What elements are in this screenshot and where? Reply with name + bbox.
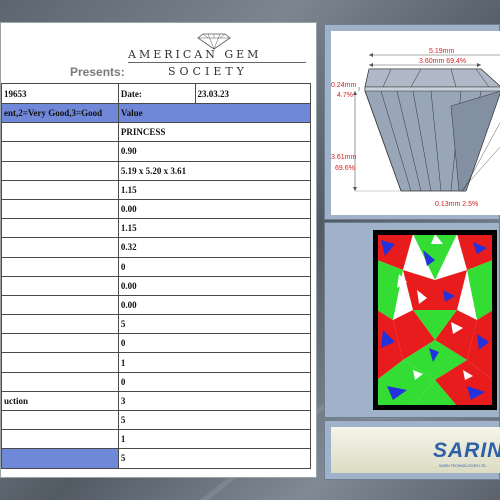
row-label <box>1 198 119 220</box>
row-value: PRINCESS <box>117 122 312 143</box>
row-label <box>1 237 119 258</box>
row-value: 1 <box>117 352 312 373</box>
row-value: 1.15 <box>117 218 312 239</box>
row-label <box>1 352 119 373</box>
row-label <box>1 294 119 316</box>
measurement-table: 19653 Date: 23.03.23 ent,2=Very Good,3=G… <box>1 83 312 469</box>
report-id: 19653 <box>1 83 119 104</box>
row-value: 5 <box>117 409 312 431</box>
row-label <box>1 275 119 296</box>
row-value: 0 <box>117 256 312 277</box>
total-width-label: 5.19mm <box>429 48 454 55</box>
row-value: 3 <box>117 390 312 412</box>
row-label <box>1 141 119 162</box>
table-row: 0 <box>1 256 312 277</box>
table-row: PRINCESS <box>1 122 312 143</box>
row-label <box>1 409 119 431</box>
row-value: 1 <box>117 429 312 450</box>
row-value: 0 <box>117 371 312 392</box>
depth-percent-label: 69.6% <box>335 165 355 172</box>
background-stripe <box>0 0 500 4</box>
org-name-line1: AMERICAN GEM <box>128 48 262 61</box>
table-row: 1 <box>1 429 312 450</box>
row-value: 0.00 <box>117 275 312 296</box>
row-label <box>1 371 119 392</box>
row-value: 5 <box>117 448 312 469</box>
report-header: AMERICAN GEM Presents: SOCIETY <box>1 23 318 79</box>
date-value: 23.03.23 <box>194 83 312 104</box>
light-map-svg <box>376 233 494 407</box>
row-label <box>1 160 119 181</box>
org-name-line2: SOCIETY <box>168 65 248 78</box>
table-width-label: 3.60mm 69.4% <box>419 58 466 65</box>
row-label <box>1 448 119 469</box>
table-row: 5 <box>1 409 312 431</box>
table-row: uction 3 <box>1 390 312 412</box>
table-row: 5.19 x 5.20 x 3.61 <box>1 160 312 181</box>
light-map-panel <box>324 222 500 418</box>
table-row: 0.00 <box>1 198 312 220</box>
map-patterns <box>377 234 493 406</box>
proportion-diagram: 5.19mm 3.60mm 69.4% 0.24mm 4.7% 3.61mm 6… <box>331 31 500 215</box>
row-label <box>1 256 119 277</box>
org-divider <box>128 62 306 63</box>
logo-panel: SARIN SARIN TECHNOLOGIES LTD <box>324 420 500 480</box>
row-value: 0 <box>117 333 312 354</box>
date-label: Date: <box>117 83 196 104</box>
row-value: 0.00 <box>117 198 312 220</box>
row-value: 0.32 <box>117 237 312 258</box>
table-row: 1 <box>1 352 312 373</box>
table-row: 0.90 <box>1 141 312 162</box>
table-row: 0 <box>1 333 312 354</box>
table-row: 5 <box>1 314 312 335</box>
row-label <box>1 218 119 239</box>
culet-label: 0.13mm 2.5% <box>435 201 478 208</box>
row-label <box>1 314 119 335</box>
row-label: uction <box>1 390 119 412</box>
depth-label: 3.61mm <box>331 154 356 161</box>
table-row: 0.32 <box>1 237 312 258</box>
proportion-diagram-panel: 5.19mm 3.60mm 69.4% 0.24mm 4.7% 3.61mm 6… <box>324 24 500 220</box>
table-row: 0 <box>1 371 312 392</box>
table-row: 0.00 <box>1 275 312 296</box>
row-value: 5 <box>117 314 312 335</box>
diamond-icon <box>197 33 231 50</box>
diamond-profile-svg: 5.19mm 3.60mm 69.4% 0.24mm 4.7% 3.61mm 6… <box>331 48 500 208</box>
grading-report: AMERICAN GEM Presents: SOCIETY 19653 Dat… <box>0 22 317 478</box>
row-label <box>1 333 119 354</box>
table-row: 5 <box>1 448 312 469</box>
presents-label: Presents: <box>70 65 125 79</box>
info-row: 19653 Date: 23.03.23 <box>1 83 312 104</box>
brand-banner: SARIN SARIN TECHNOLOGIES LTD <box>331 427 500 473</box>
sarin-tagline: SARIN TECHNOLOGIES LTD <box>439 464 486 468</box>
table-row: 1.15 <box>1 218 312 239</box>
crown-height-label: 0.24mm <box>331 82 356 89</box>
table-rows: PRINCESS 0.90 5.19 x 5.20 x 3.61 1.15 0.00 1.… <box>1 122 312 469</box>
row-value: 0.90 <box>117 141 312 162</box>
light-performance-map <box>373 230 497 410</box>
row-label <box>1 179 119 200</box>
row-value: 1.15 <box>117 179 312 200</box>
row-value: 0.00 <box>117 294 312 316</box>
grade-scale-header: ent,2=Very Good,3=Good <box>1 102 119 124</box>
table-row: 1.15 <box>1 179 312 200</box>
crown-percent-label: 4.7% <box>337 92 353 99</box>
row-value: 5.19 x 5.20 x 3.61 <box>117 160 312 181</box>
sarin-logo: SARIN <box>433 439 500 462</box>
row-label <box>1 122 119 143</box>
table-header-row: ent,2=Very Good,3=Good Value <box>1 102 312 124</box>
value-column-header: Value <box>117 102 312 124</box>
row-label <box>1 429 119 450</box>
table-row: 0.00 <box>1 294 312 316</box>
